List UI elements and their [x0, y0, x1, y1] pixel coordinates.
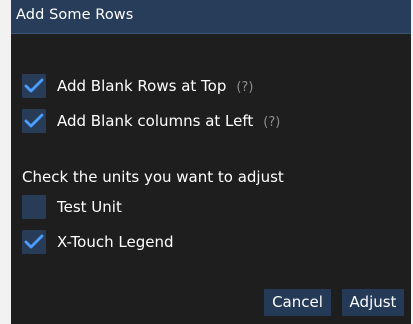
help-icon[interactable]: (?)	[236, 80, 253, 95]
add-blank-columns-label: Add Blank columns at Left (?)	[57, 112, 280, 130]
adjust-button[interactable]: Adjust	[342, 289, 404, 316]
test-unit-checkbox[interactable]	[22, 195, 46, 219]
add-rows-dialog: Add Some Rows Add Blank Rows at Top (?) A…	[11, 0, 411, 324]
add-blank-rows-checkbox[interactable]	[22, 74, 46, 98]
checkmark-icon	[24, 234, 44, 249]
checkmark-icon	[24, 113, 44, 128]
add-blank-columns-text: Add Blank columns at Left	[57, 112, 254, 130]
title-bar[interactable]: Add Some Rows	[11, 0, 411, 34]
x-touch-legend-checkbox[interactable]	[22, 230, 46, 254]
checkmark-icon	[24, 78, 44, 93]
test-unit-label: Test Unit	[57, 198, 122, 216]
dialog-title: Add Some Rows	[16, 7, 134, 23]
add-blank-rows-label: Add Blank Rows at Top (?)	[57, 77, 253, 95]
x-touch-legend-label: X-Touch Legend	[57, 233, 174, 251]
cancel-button[interactable]: Cancel	[264, 289, 331, 316]
units-prompt: Check the units you want to adjust	[22, 168, 284, 186]
help-icon[interactable]: (?)	[263, 115, 280, 130]
add-blank-rows-text: Add Blank Rows at Top	[57, 77, 227, 95]
add-blank-columns-checkbox[interactable]	[22, 109, 46, 133]
